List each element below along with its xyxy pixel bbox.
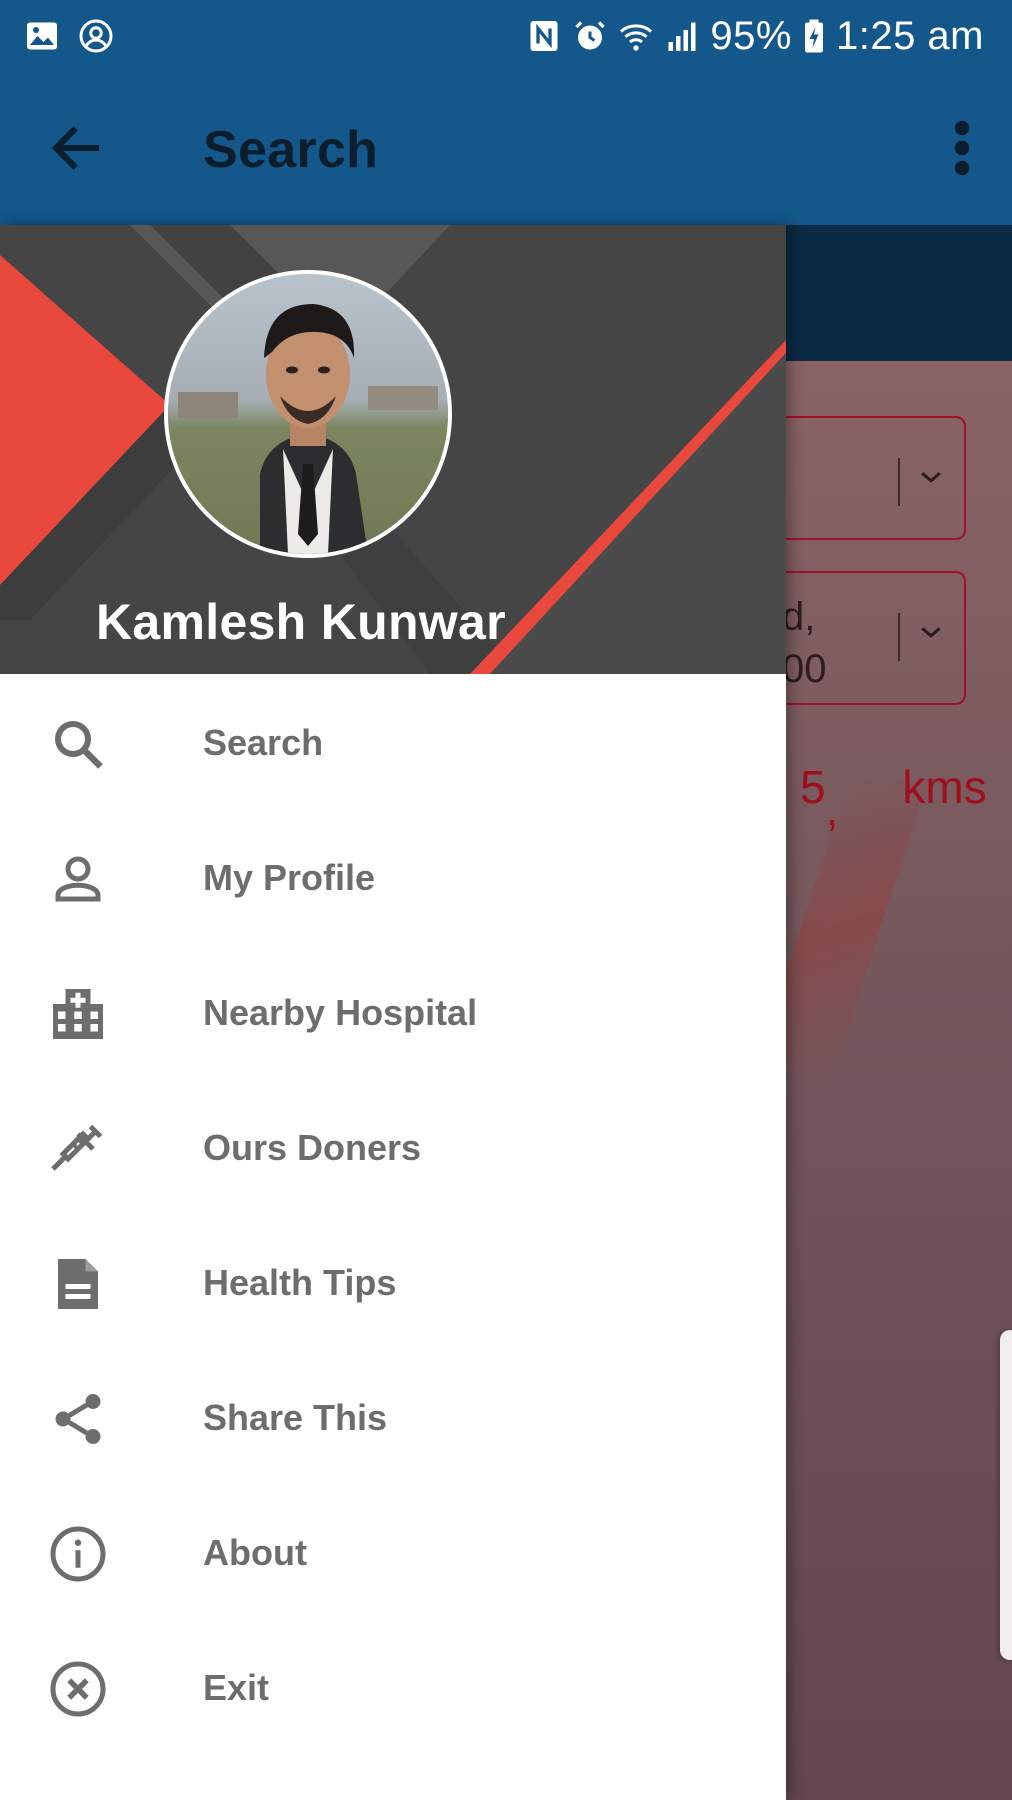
- drawer-header: Kamlesh Kunwar: [0, 225, 786, 674]
- distance-unit: kms: [902, 761, 987, 813]
- user-name: Kamlesh Kunwar: [96, 594, 506, 650]
- chevron-down-icon: [921, 627, 941, 638]
- search-icon: [55, 721, 103, 769]
- gallery-icon: [27, 22, 57, 50]
- distance-comma: ,: [825, 783, 839, 835]
- background-tab-bar: [786, 225, 1012, 361]
- menu-item-about[interactable]: About: [0, 1484, 786, 1619]
- syringe-icon: [51, 1124, 103, 1171]
- menu-item-health-tips[interactable]: Health Tips: [0, 1214, 786, 1349]
- menu-item-label: Ours Doners: [203, 1127, 422, 1168]
- battery-percent: 95%: [710, 13, 792, 58]
- wifi-icon: [620, 24, 653, 51]
- menu-item-label: Nearby Hospital: [203, 992, 478, 1033]
- location-dropdown-line1: d,: [782, 595, 816, 639]
- clock-time: 1:25 am: [835, 13, 984, 58]
- info-icon: [50, 1526, 106, 1582]
- menu-item-label: About: [203, 1532, 307, 1573]
- menu-item-exit[interactable]: Exit: [0, 1619, 786, 1754]
- bottom-sheet-handle: [1000, 1330, 1012, 1660]
- more-vertical-icon[interactable]: [938, 116, 986, 180]
- distance-value: 5: [800, 761, 826, 813]
- hospital-icon: [53, 989, 103, 1039]
- dropdown-separator: [898, 613, 900, 661]
- location-dropdown-line2: 00: [782, 647, 827, 691]
- profile-photo: [168, 274, 448, 554]
- menu-item-label: Exit: [203, 1667, 270, 1708]
- person-icon: [55, 856, 101, 902]
- app-toolbar: Search: [0, 72, 1012, 225]
- status-bar: 95% 1:25 am: [0, 0, 1012, 72]
- dropdown-separator: [898, 458, 900, 506]
- account-circle-icon: [79, 19, 113, 53]
- close-circle-icon: [50, 1661, 106, 1717]
- nfc-icon: [530, 21, 558, 51]
- navigation-drawer: Kamlesh Kunwar Search My Profile Nearby …: [0, 225, 786, 1800]
- menu-item-share-this[interactable]: Share This: [0, 1349, 786, 1484]
- arrow-back-icon[interactable]: [46, 118, 106, 178]
- chevron-down-icon: [921, 472, 941, 483]
- signal-icon: [668, 22, 696, 51]
- menu-item-nearby-hospital[interactable]: Nearby Hospital: [0, 944, 786, 1079]
- alarm-icon: [575, 21, 606, 50]
- drawer-menu: Search My Profile Nearby Hospital Ours D…: [0, 674, 786, 1754]
- document-icon: [58, 1259, 98, 1309]
- distance-readout: 5, kms: [800, 760, 987, 835]
- menu-item-ours-doners[interactable]: Ours Doners: [0, 1079, 786, 1214]
- menu-item-label: Search: [203, 722, 324, 763]
- menu-item-label: Share This: [203, 1397, 388, 1438]
- location-dropdown-value: d, 00: [782, 591, 827, 695]
- menu-item-label: My Profile: [203, 857, 376, 898]
- page-title: Search: [203, 121, 379, 179]
- menu-item-search[interactable]: Search: [0, 674, 786, 809]
- menu-item-label: Health Tips: [203, 1262, 397, 1303]
- avatar[interactable]: [164, 270, 452, 558]
- share-icon: [55, 1394, 101, 1444]
- menu-item-my-profile[interactable]: My Profile: [0, 809, 786, 944]
- battery-charging-icon: [804, 19, 823, 53]
